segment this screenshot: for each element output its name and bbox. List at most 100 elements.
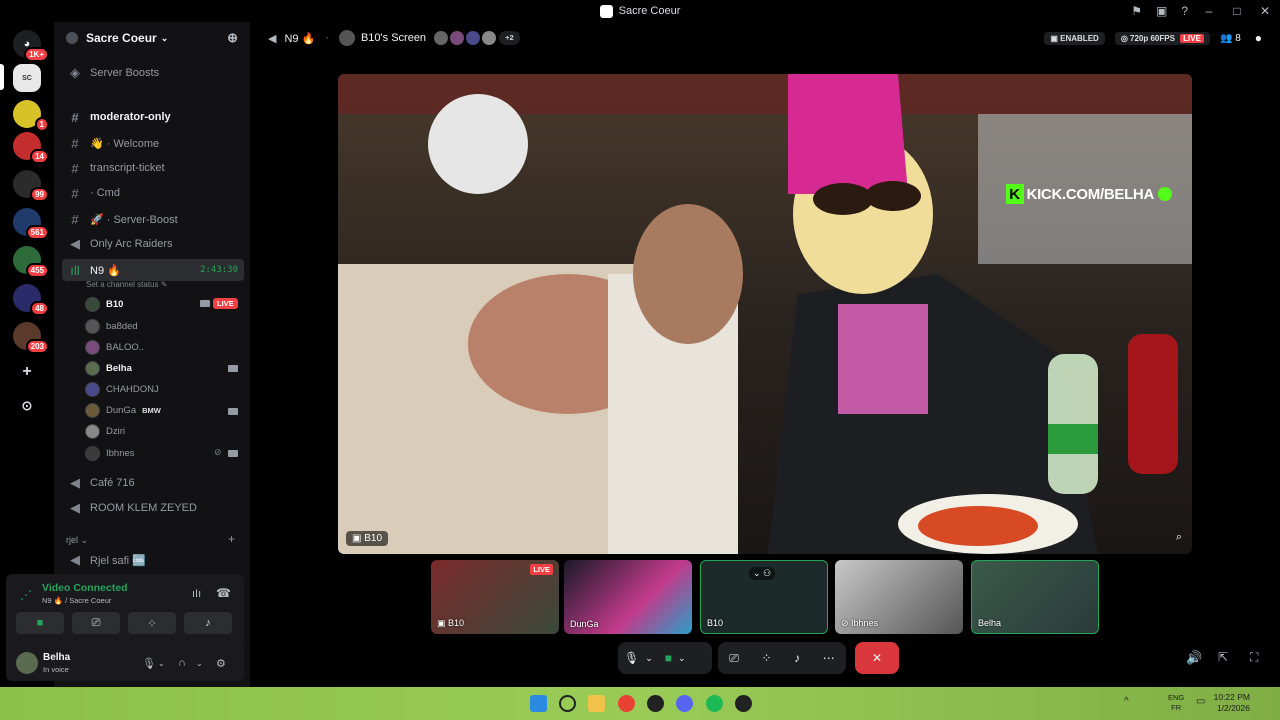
camera-toggle-button[interactable]: ■ xyxy=(16,612,64,634)
screen-share-stage[interactable]: K KICK.COM/BELHA ▣ B10 ⌕ xyxy=(338,74,1192,554)
voice-member-chahdonj[interactable]: CHAHDONJ xyxy=(85,379,159,399)
headphones-icon[interactable]: ∩ xyxy=(178,657,186,669)
tile-dunga[interactable]: DunGa xyxy=(564,560,692,634)
tile-b10-camera[interactable]: ⌄ ⚇ B10 xyxy=(700,560,828,634)
search-icon[interactable] xyxy=(559,695,576,712)
server-icon-7[interactable]: 48 xyxy=(13,284,49,316)
add-user-icon[interactable]: ⊕ xyxy=(227,30,238,46)
muted-icon: ⊘ xyxy=(214,447,222,457)
channel-server-boost[interactable]: # 🚀 · Server-Boost xyxy=(62,208,244,230)
microphone-icon[interactable]: 🎙 xyxy=(624,651,639,665)
gear-icon[interactable]: ⚙ xyxy=(216,657,226,670)
maximize-button[interactable]: □ xyxy=(1230,4,1244,18)
language-indicator[interactable]: ENG FR xyxy=(1168,693,1184,713)
network-icon[interactable]: ▭ xyxy=(1196,696,1205,707)
voice-connected-panel: ⋰ Video Connected N9 🔥 / Sacre Coeur ıIı… xyxy=(6,574,244,642)
discover-icon[interactable]: ⊙ xyxy=(13,392,41,420)
voice-channel-rjel-safi[interactable]: ◀ Rjel safi 🆒 xyxy=(62,549,244,571)
tile-ibhnes[interactable]: ⊘ Ibhnes xyxy=(835,560,963,634)
zoom-icon[interactable]: ⌕ xyxy=(1176,531,1182,544)
app-icon[interactable] xyxy=(647,695,664,712)
voice-member-ibhnes[interactable]: Ibhnes xyxy=(85,443,135,463)
volume-icon[interactable]: 🔊 xyxy=(1186,650,1202,666)
chevron-down-icon[interactable]: ⌄ xyxy=(158,659,165,668)
channel-transcript-ticket[interactable]: # transcript-ticket xyxy=(62,157,244,179)
minimize-button[interactable]: – xyxy=(1202,4,1216,18)
voice-channel-n9[interactable]: ıll N9 🔥 2:43:30 xyxy=(62,259,244,281)
add-server-icon[interactable]: + xyxy=(13,358,41,386)
tile-belha[interactable]: Belha xyxy=(971,560,1099,634)
chat-icon[interactable]: ● xyxy=(1255,31,1262,45)
channel-status-hint[interactable]: Set a channel status ✎ xyxy=(86,280,167,289)
microphone-icon[interactable]: 🎙 xyxy=(142,657,156,670)
spotify-icon[interactable] xyxy=(706,695,723,712)
discord-icon[interactable] xyxy=(676,695,693,712)
server-icon-2[interactable]: 1 xyxy=(13,100,49,132)
voice-member-dunga[interactable]: DunGa BMW xyxy=(85,400,161,420)
server-icon-6[interactable]: 455 xyxy=(13,246,49,278)
fullscreen-icon[interactable]: ⛶ xyxy=(1250,650,1258,665)
voice-member-baloo[interactable]: BALOO.. xyxy=(85,337,144,357)
channel-welcome[interactable]: # 👋 · Welcome xyxy=(62,132,244,154)
tile-name: B10 xyxy=(448,618,465,628)
activities-icon[interactable]: ⁘ xyxy=(761,651,771,665)
members-button[interactable]: 👥 8 xyxy=(1220,33,1241,44)
more-icon[interactable]: ⋯ xyxy=(823,651,835,665)
close-button[interactable]: ✕ xyxy=(1258,4,1272,18)
leave-call-button[interactable]: ✕ xyxy=(855,642,899,674)
voice-status-title[interactable]: Video Connected xyxy=(42,582,128,594)
clock[interactable]: 10:22 PM 1/2/2026 xyxy=(1214,692,1250,714)
voice-member-b10[interactable]: B10 xyxy=(85,294,123,314)
soundboard-button[interactable]: ♪ xyxy=(184,612,232,634)
server-icon-4[interactable]: 99 xyxy=(13,170,49,202)
disconnect-icon[interactable]: ☎ xyxy=(216,586,231,600)
inbox-icon[interactable]: ⚑ xyxy=(1131,4,1142,18)
activities-button[interactable]: ⁘ xyxy=(128,612,176,634)
chrome-icon[interactable] xyxy=(618,695,635,712)
chevron-down-icon[interactable]: ⌄ xyxy=(678,653,686,664)
home-button[interactable]: ◕ 1K+ xyxy=(13,30,49,62)
tile-options-icon[interactable]: ⌄ ⚇ xyxy=(749,567,776,580)
file-explorer-icon[interactable] xyxy=(588,695,605,712)
chevron-down-icon[interactable]: ⌄ xyxy=(196,659,203,668)
camera-icon[interactable]: ■ xyxy=(665,651,672,665)
tile-b10-stream[interactable]: LIVE ▣ B10 xyxy=(431,560,559,634)
category-rjel[interactable]: rjel ⌄ xyxy=(66,535,88,546)
tray-chevron-icon[interactable]: ^ xyxy=(1124,696,1129,707)
voice-channel-cafe[interactable]: ◀ Café 716 xyxy=(62,472,244,494)
voice-member-belha[interactable]: Belha xyxy=(85,358,132,378)
noise-suppression-icon[interactable]: ıIı xyxy=(192,588,201,600)
channel-moderator-only[interactable]: # moderator-only xyxy=(62,106,244,128)
voice-channel-room-klem[interactable]: ◀ ROOM KLEM ZEYED xyxy=(62,497,244,519)
chevron-down-icon[interactable]: ⌄ xyxy=(645,653,653,664)
viewer-avatars[interactable]: +2 xyxy=(434,31,520,45)
avatar xyxy=(85,318,100,334)
mention-badge: 1 xyxy=(34,117,49,132)
server-icon-3[interactable]: 14 xyxy=(13,132,49,164)
server-icon-5[interactable]: 561 xyxy=(13,208,49,240)
server-sacre-coeur[interactable]: SC xyxy=(13,64,41,92)
quality-tag[interactable]: ◎ 720p 60FPS LIVE xyxy=(1114,31,1210,45)
screen-share-button[interactable]: ⎚ xyxy=(72,612,120,634)
avatar[interactable] xyxy=(16,652,38,674)
camera-icon xyxy=(228,450,238,457)
guild-header[interactable]: Sacre Coeur ⌄ ⊕ xyxy=(54,22,250,54)
add-channel-icon[interactable]: + xyxy=(228,532,235,546)
screen-icon[interactable]: ▣ xyxy=(1156,4,1167,18)
server-icon-8[interactable]: 203 xyxy=(13,322,49,354)
soundboard-icon[interactable]: ♪ xyxy=(794,651,800,665)
server-boosts-link[interactable]: ◈ Server Boosts xyxy=(62,62,244,84)
screen-share-icon[interactable]: ⎚ xyxy=(729,651,739,666)
hash-icon: # xyxy=(71,160,79,176)
start-icon[interactable] xyxy=(530,695,547,712)
speaker-icon: ◀ xyxy=(70,475,80,490)
voice-member-ba8ded[interactable]: ba8ded xyxy=(85,316,138,336)
popout-icon[interactable]: ⇱ xyxy=(1218,650,1228,664)
voice-member-dziri[interactable]: Dziri xyxy=(85,421,125,441)
channel-cmd[interactable]: # · Cmd xyxy=(62,182,244,204)
help-icon[interactable]: ? xyxy=(1181,4,1188,18)
speaker-icon: ◀ xyxy=(70,552,80,567)
obs-icon[interactable] xyxy=(735,695,752,712)
mention-badge: 99 xyxy=(30,187,49,202)
voice-channel-arc-raiders[interactable]: ◀ Only Arc Raiders xyxy=(62,233,244,255)
